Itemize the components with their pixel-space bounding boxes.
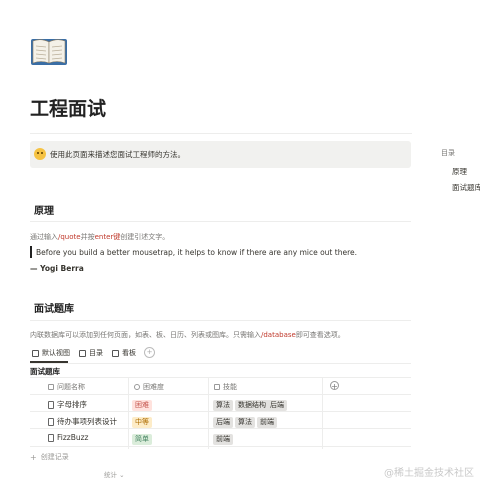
callout-block[interactable]: 使用此页面来描述您面试工程师的方法。 xyxy=(30,141,411,168)
column-header-skills[interactable]: 技能 xyxy=(214,382,237,392)
difficulty-tag[interactable]: 中等 xyxy=(132,417,152,428)
database-title[interactable]: 面试题库 xyxy=(30,366,60,377)
column-header-name[interactable]: 问题名称 xyxy=(48,382,85,392)
row-divider xyxy=(30,428,411,429)
column-divider xyxy=(322,377,323,449)
database-hint[interactable]: 内联数据库可以添加到任何页面，如表、板、日历、列表或图库。只需输入/databa… xyxy=(30,330,345,340)
quote-hint[interactable]: 通过输入/quote并按enter键创建引述文字。 xyxy=(30,232,169,242)
callout-text[interactable]: 使用此页面来描述您面试工程师的方法。 xyxy=(50,149,185,160)
toc-item-question-bank[interactable]: 面试题库 xyxy=(452,182,480,193)
new-record-button[interactable]: + 创建记录 xyxy=(30,452,69,462)
plus-icon: + xyxy=(30,452,37,462)
select-property-icon xyxy=(134,384,140,390)
tab-label: 目录 xyxy=(89,349,103,357)
row-divider xyxy=(30,446,411,447)
table-row-name[interactable]: 待办事项列表设计 xyxy=(48,416,117,427)
hint-code-quote: /quote xyxy=(58,233,81,241)
table-row-name[interactable]: FizzBuzz xyxy=(48,433,89,442)
row-title: 待办事项列表设计 xyxy=(57,417,117,426)
skill-tag[interactable]: 前端 xyxy=(257,417,277,428)
row-divider xyxy=(30,411,411,412)
difficulty-tag[interactable]: 简单 xyxy=(132,434,152,445)
column-header-label: 问题名称 xyxy=(57,383,85,391)
multi-select-property-icon xyxy=(214,384,220,390)
row-divider xyxy=(30,394,411,395)
page-title[interactable]: 工程面试 xyxy=(30,94,106,121)
heading-question-bank[interactable]: 面试题库 xyxy=(34,300,74,315)
table-row-name[interactable]: 字母排序 xyxy=(48,399,87,410)
skill-tag[interactable]: 后端 xyxy=(267,400,287,411)
page-doc-icon xyxy=(48,433,54,442)
tab-label: 默认视图 xyxy=(42,349,70,357)
row-title: FizzBuzz xyxy=(57,433,89,442)
toc-title: 目录 xyxy=(441,149,455,157)
quote-bar xyxy=(30,246,32,258)
hint-text: 创建引述文字。 xyxy=(120,233,170,241)
table-border xyxy=(30,377,411,378)
board-icon xyxy=(112,349,119,357)
difficulty-tag[interactable]: 困难 xyxy=(132,400,152,411)
hint-text: 内联数据库可以添加到任何页面，如表、板、日历、列表或图库。只需输入 xyxy=(30,331,261,339)
hint-code-enter: enter键 xyxy=(94,233,121,241)
skill-tag[interactable]: 算法 xyxy=(213,400,233,411)
calculate-dropdown[interactable]: 统计 ⌄ xyxy=(104,469,125,479)
add-property-button[interactable]: + xyxy=(330,381,339,391)
open-book-icon[interactable] xyxy=(30,36,68,68)
heading-divider xyxy=(30,221,411,222)
tab-catalog[interactable]: 目录 xyxy=(79,348,103,358)
page-doc-icon xyxy=(48,400,54,409)
column-header-label: 技能 xyxy=(223,383,237,391)
tab-label: 看板 xyxy=(122,349,136,357)
text-property-icon xyxy=(48,384,54,390)
tab-default-view[interactable]: 默认视图 xyxy=(32,348,70,358)
toc-item-principle[interactable]: 原理 xyxy=(452,166,467,177)
title-divider xyxy=(30,133,412,134)
heading-principle[interactable]: 原理 xyxy=(34,202,54,217)
quote-author[interactable]: — Yogi Berra xyxy=(30,264,84,273)
tab-board[interactable]: 看板 xyxy=(112,348,136,358)
heading-divider xyxy=(30,320,411,321)
list-icon xyxy=(79,349,86,357)
skill-tag[interactable]: 前端 xyxy=(213,434,233,445)
quote-text[interactable]: Before you build a better mousetrap, it … xyxy=(36,248,357,257)
hint-code-database: /database xyxy=(261,331,296,339)
page-doc-icon xyxy=(48,417,54,426)
skill-tag[interactable]: 算法 xyxy=(235,417,255,428)
watermark: @稀土掘金技术社区 xyxy=(384,468,474,479)
column-divider xyxy=(128,377,129,449)
new-record-label: 创建记录 xyxy=(40,453,69,461)
tabs-divider xyxy=(30,363,411,364)
row-title: 字母排序 xyxy=(57,400,87,409)
column-header-difficulty[interactable]: 困难度 xyxy=(134,382,164,392)
column-divider xyxy=(208,377,209,449)
hint-text: 即可查看选项。 xyxy=(295,331,345,339)
hint-text: 通过输入 xyxy=(30,233,58,241)
hint-text: 并按 xyxy=(80,233,95,241)
skill-tag[interactable]: 数据结构 xyxy=(235,400,269,411)
column-header-label: 困难度 xyxy=(143,383,164,391)
add-view-button[interactable]: + xyxy=(144,347,155,358)
table-icon xyxy=(32,349,39,357)
skill-tag[interactable]: 后端 xyxy=(213,417,233,428)
grinning-face-icon[interactable] xyxy=(34,148,46,160)
